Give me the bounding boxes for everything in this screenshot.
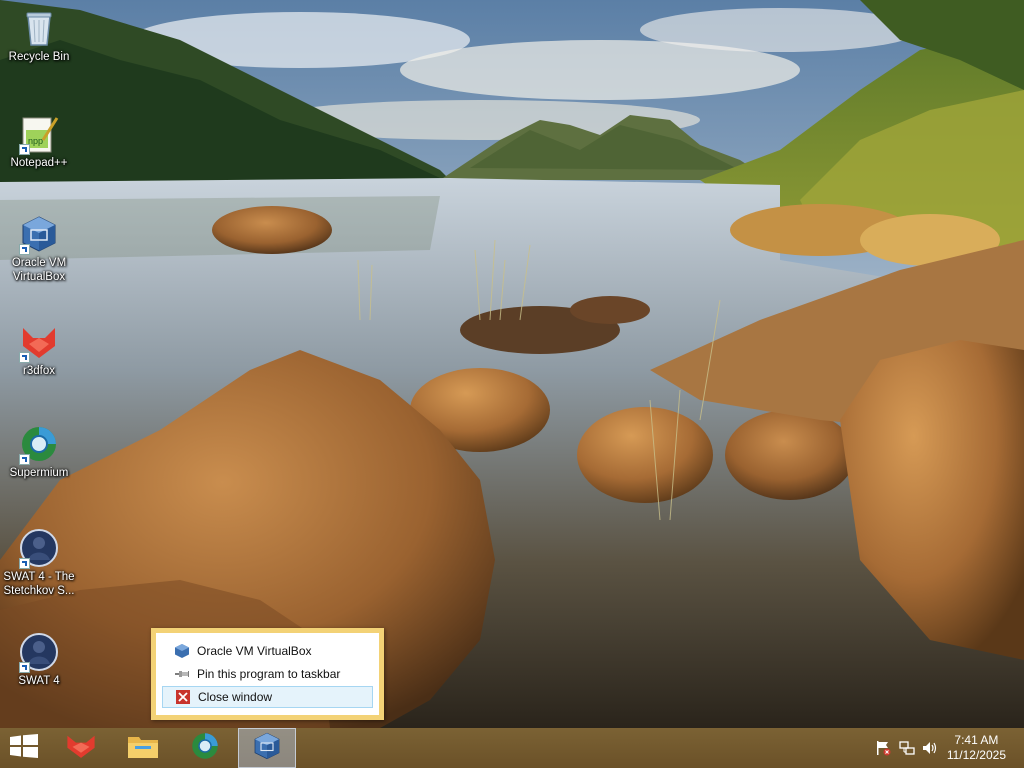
network-icon[interactable] <box>899 740 915 756</box>
desktop-icon-label: Supermium <box>9 467 69 479</box>
windows-logo-icon <box>10 733 38 763</box>
desktop-icon-r3dfox[interactable]: r3dfox <box>2 322 76 378</box>
clock-time: 7:41 AM <box>954 733 999 747</box>
taskbar-button-oracle-vm-virtualbox[interactable] <box>238 728 296 768</box>
taskbar-clock[interactable]: 7:41 AM 11/12/2025 <box>947 733 1006 763</box>
desktop-wallpaper <box>0 0 1024 728</box>
virtualbox-icon <box>19 214 59 255</box>
desktop-icon-label: SWAT 4 <box>18 675 60 687</box>
clock-date: 11/12/2025 <box>946 748 1006 762</box>
jumplist-item-open-app[interactable]: Oracle VM VirtualBox <box>162 640 373 662</box>
desktop-icon-label: Oracle VM VirtualBox <box>11 257 67 283</box>
folder-icon <box>127 732 159 765</box>
swat4-icon <box>19 528 59 569</box>
desktop-icon-recycle-bin[interactable]: Recycle Bin <box>2 8 76 64</box>
r3dfox-icon <box>64 732 98 765</box>
close-icon <box>175 689 191 705</box>
desktop-icon-swat4[interactable]: SWAT 4 <box>2 632 76 688</box>
taskbar: 7:41 AM 11/12/2025 <box>0 728 1024 768</box>
shortcut-arrow-icon <box>19 144 30 155</box>
jumplist-body: Oracle VM VirtualBox Pin this program to… <box>156 633 379 715</box>
shortcut-arrow-icon <box>19 454 30 465</box>
pin-icon <box>174 666 190 682</box>
jumplist-item-label: Close window <box>198 690 273 704</box>
taskbar-jumplist: Oracle VM VirtualBox Pin this program to… <box>151 628 384 720</box>
supermium-icon <box>190 731 220 766</box>
volume-icon[interactable] <box>922 740 938 756</box>
desktop-icon-supermium[interactable]: Supermium <box>2 424 76 480</box>
desktop-icon-swat4-stetchkov[interactable]: SWAT 4 - The Stetchkov S... <box>2 528 76 598</box>
desktop-icon-label: Recycle Bin <box>8 51 70 63</box>
desktop-icon-label: SWAT 4 - The Stetchkov S... <box>3 571 75 597</box>
desktop-icon-oracle-vm-virtualbox[interactable]: Oracle VM VirtualBox <box>2 214 76 284</box>
start-button[interactable] <box>0 728 48 768</box>
svg-text:npp: npp <box>28 136 43 146</box>
supermium-icon <box>19 424 59 465</box>
notepad-plus-plus-icon: npp <box>19 114 59 155</box>
desktop-icon-label: Notepad++ <box>10 157 68 169</box>
jumplist-item-pin[interactable]: Pin this program to taskbar <box>162 663 373 685</box>
action-center-flag-icon[interactable] <box>875 740 891 756</box>
desktop-icon-notepad-plus-plus[interactable]: npp Notepad++ <box>2 114 76 170</box>
swat4-icon <box>19 632 59 673</box>
jumplist-item-close[interactable]: Close window <box>162 686 373 708</box>
desktop-icon-label: r3dfox <box>23 365 55 377</box>
virtualbox-icon <box>252 731 282 766</box>
shortcut-arrow-icon <box>19 558 30 569</box>
shortcut-arrow-icon <box>19 244 30 255</box>
jumplist-item-label: Oracle VM VirtualBox <box>197 644 312 658</box>
taskbar-button-supermium[interactable] <box>176 728 234 768</box>
taskbar-button-file-explorer[interactable] <box>114 728 172 768</box>
virtualbox-icon <box>174 643 190 659</box>
taskbar-button-r3dfox[interactable] <box>52 728 110 768</box>
shortcut-arrow-icon <box>19 352 30 363</box>
jumplist-item-label: Pin this program to taskbar <box>197 667 341 681</box>
shortcut-arrow-icon <box>19 662 30 673</box>
recycle-bin-icon <box>19 8 59 48</box>
r3dfox-icon <box>19 322 59 363</box>
